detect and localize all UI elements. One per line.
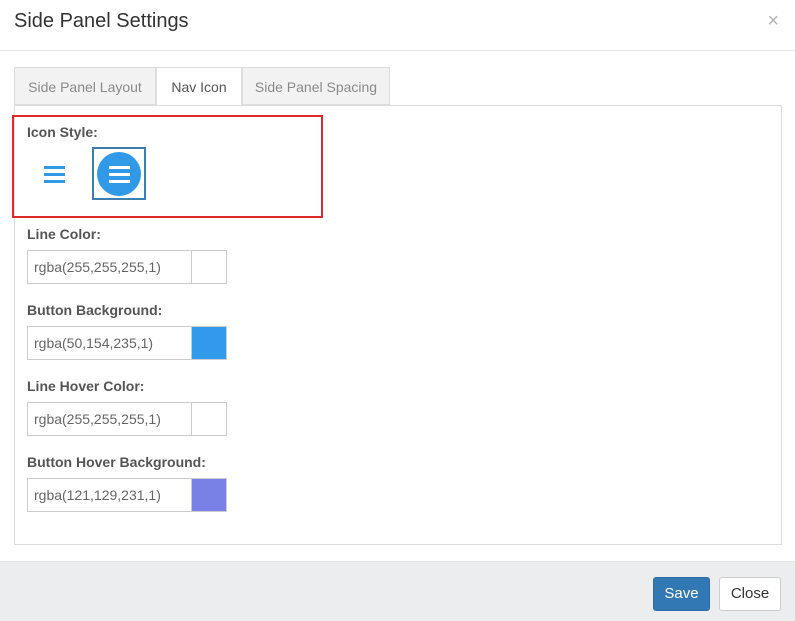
modal-header: Side Panel Settings × [0, 0, 795, 51]
icon-style-label: Icon Style: [27, 124, 98, 140]
modal-footer: Save Close [0, 561, 795, 621]
line-hover-color-input[interactable] [27, 402, 192, 436]
line-color-field [27, 250, 227, 284]
line-color-swatch[interactable] [191, 250, 227, 284]
line-color-input[interactable] [27, 250, 192, 284]
button-hover-background-label: Button Hover Background: [27, 454, 206, 470]
tab-nav-icon[interactable]: Nav Icon [156, 67, 242, 106]
modal-title: Side Panel Settings [14, 10, 189, 32]
button-hover-background-input[interactable] [27, 478, 192, 512]
line-hover-color-field [27, 402, 227, 436]
button-background-input[interactable] [27, 326, 192, 360]
hamburger-plain-icon[interactable] [40, 161, 68, 187]
tab-side-panel-spacing[interactable]: Side Panel Spacing [242, 67, 390, 105]
hamburger-circle-option[interactable] [92, 147, 146, 200]
close-button[interactable]: Close [719, 577, 781, 611]
save-button[interactable]: Save [653, 577, 710, 611]
tab-side-panel-layout[interactable]: Side Panel Layout [14, 67, 156, 105]
close-icon[interactable]: × [767, 10, 779, 32]
line-hover-color-swatch[interactable] [191, 402, 227, 436]
button-hover-background-field [27, 478, 227, 512]
button-hover-background-swatch[interactable] [191, 478, 227, 512]
button-background-field [27, 326, 227, 360]
button-background-swatch[interactable] [191, 326, 227, 360]
line-color-label: Line Color: [27, 226, 101, 242]
button-background-label: Button Background: [27, 302, 163, 318]
hamburger-circle-icon [97, 152, 141, 196]
line-hover-color-label: Line Hover Color: [27, 378, 145, 394]
